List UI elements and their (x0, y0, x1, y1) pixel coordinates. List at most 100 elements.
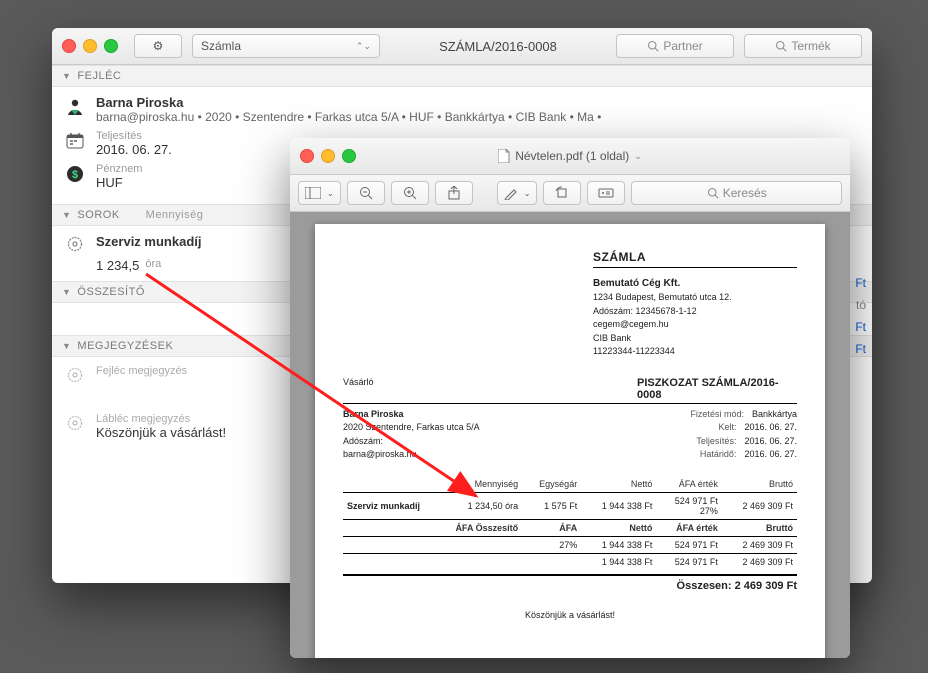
buyer-name: Barna Piroska (343, 408, 480, 422)
invoice-header: Vásárló PISZKOZAT SZÁMLA/2016-0008 (343, 377, 797, 404)
col-unitprice: Egységár (522, 476, 581, 493)
disclosure-icon: ▼ (62, 341, 71, 351)
date-label: Teljesítés (96, 130, 172, 142)
settings-button[interactable]: ⚙ (134, 34, 182, 58)
disclosure-icon: ▼ (62, 71, 71, 81)
zoom-icon[interactable] (104, 39, 118, 53)
partner-name[interactable]: Barna Piroska (96, 95, 601, 110)
pdf-search-placeholder: Keresés (723, 186, 767, 200)
company-acct: 11223344-11223344 (593, 345, 797, 359)
cell: 524 971 Ft (656, 553, 721, 570)
share-button[interactable] (435, 181, 473, 205)
close-icon[interactable] (62, 39, 76, 53)
rotate-button[interactable] (543, 181, 581, 205)
gear-icon: ⚙ (153, 39, 164, 53)
col: ÁFA érték (656, 519, 721, 536)
table-row: 27% 1 944 338 Ft 524 971 Ft 2 469 309 Ft (343, 536, 797, 553)
zoom-out-button[interactable] (347, 181, 385, 205)
table-row: 1 944 338 Ft 524 971 Ft 2 469 309 Ft (343, 553, 797, 570)
edge-val: Ft (855, 338, 866, 360)
close-icon[interactable] (300, 149, 314, 163)
company-tax: Adószám: 12345678-1-12 (593, 305, 797, 319)
col-qty: Mennyiség (447, 476, 522, 493)
minimize-icon[interactable] (321, 149, 335, 163)
gear-icon (64, 234, 86, 252)
window-controls (300, 149, 356, 163)
kv-value: 2016. 06. 27. (744, 435, 797, 449)
partner-icon (64, 95, 86, 117)
cell: 2 469 309 Ft (722, 553, 797, 570)
highlight-button[interactable]: ⌄ (497, 181, 538, 205)
currency-value[interactable]: HUF (96, 175, 142, 190)
pdf-toolbar: ⌄ ⌄ Keresés (290, 175, 850, 212)
sidebar-toggle-button[interactable]: ⌄ (298, 181, 341, 205)
section-label: MEGJEGYZÉSEK (77, 340, 173, 352)
section-label: SOROK (77, 209, 119, 221)
window-controls (62, 39, 118, 53)
cell: 27% (522, 536, 581, 553)
line-item-name[interactable]: Szerviz munkadíj (96, 234, 226, 249)
date-value[interactable]: 2016. 06. 27. (96, 142, 172, 157)
chevron-down-icon[interactable]: ⌄ (634, 151, 642, 162)
section-header-fejlec[interactable]: ▼ FEJLÉC (52, 65, 872, 87)
edge-val: Ft (855, 316, 866, 338)
pdf-file-icon (498, 149, 510, 163)
footer-note-placeholder[interactable]: Lábléc megjegyzés (96, 413, 226, 425)
markup-button[interactable] (587, 181, 625, 205)
vat-summary-title: ÁFA Összesítő (343, 519, 522, 536)
pdf-search-input[interactable]: Keresés (631, 181, 842, 205)
line-items-table: Mennyiség Egységár Nettó ÁFA érték Brutt… (343, 476, 797, 570)
table-row: Szerviz munkadíj 1 234,50 óra 1 575 Ft 1… (343, 492, 797, 519)
company-mail: cegem@cegem.hu (593, 318, 797, 332)
cell: 1 944 338 Ft (581, 492, 656, 519)
search-icon (647, 40, 659, 52)
svg-text:$: $ (72, 169, 78, 181)
minimize-icon[interactable] (83, 39, 97, 53)
section-label: ÖSSZESÍTŐ (77, 286, 144, 298)
kv-label: Teljesítés: (674, 435, 736, 449)
cell: 524 971 Ft27% (656, 492, 721, 519)
search-icon (775, 40, 787, 52)
currency-icon: $ (64, 163, 86, 183)
company-bank: CIB Bank (593, 332, 797, 346)
cell: 1 234,50 óra (447, 492, 522, 519)
search-product-input[interactable]: Termék (744, 34, 862, 58)
calendar-icon (64, 130, 86, 150)
pdf-window: Névtelen.pdf (1 oldal) ⌄ ⌄ ⌄ Keresés SZÁ… (290, 138, 850, 658)
disclosure-icon: ▼ (62, 287, 71, 297)
zoom-icon[interactable] (342, 149, 356, 163)
gear-icon (64, 413, 86, 431)
line-qty[interactable]: 1 234,5 (96, 258, 139, 273)
search-partner-input[interactable]: Partner (616, 34, 734, 58)
line-unit: óra (145, 258, 161, 273)
pdf-title: Névtelen.pdf (1 oldal) ⌄ (300, 149, 840, 163)
disclosure-icon: ▼ (62, 210, 71, 220)
col: Nettó (581, 519, 656, 536)
cell: 1 944 338 Ft (581, 536, 656, 553)
company-name: Bemutató Cég Kft. (593, 276, 797, 291)
doctype-label: Számla (201, 39, 241, 53)
col: ÁFA (522, 519, 581, 536)
main-titlebar: ⚙ Számla ⌃⌄ SZÁMLA/2016-0008 Partner Ter… (52, 28, 872, 65)
kv-label: Kelt: (674, 421, 736, 435)
pdf-viewport[interactable]: SZÁMLA Bemutató Cég Kft. 1234 Budapest, … (290, 212, 850, 658)
zoom-in-button[interactable] (391, 181, 429, 205)
doctype-select[interactable]: Számla ⌃⌄ (192, 34, 380, 58)
col: Bruttó (722, 519, 797, 536)
cell: 2 469 309 Ft (722, 492, 797, 519)
cell: 1 944 338 Ft (581, 553, 656, 570)
gear-icon (64, 365, 86, 383)
search-icon (707, 187, 719, 199)
company-block: Bemutató Cég Kft. 1234 Budapest, Bemutat… (593, 276, 797, 359)
col-net: Nettó (581, 476, 656, 493)
kv-value: 2016. 06. 27. (744, 421, 797, 435)
window-title: SZÁMLA/2016-0008 (390, 39, 606, 54)
company-addr: 1234 Budapest, Bemutató utca 12. (593, 291, 797, 305)
cell: Szerviz munkadíj (343, 492, 447, 519)
buyer-mail: barna@piroska.hu (343, 448, 480, 462)
header-note-placeholder[interactable]: Fejléc megjegyzés (96, 365, 187, 377)
edge-val: Ft (855, 272, 866, 294)
cell: 2 469 309 Ft (722, 536, 797, 553)
kv-label: Határidő: (674, 448, 736, 462)
pdf-page: SZÁMLA Bemutató Cég Kft. 1234 Budapest, … (315, 224, 825, 658)
